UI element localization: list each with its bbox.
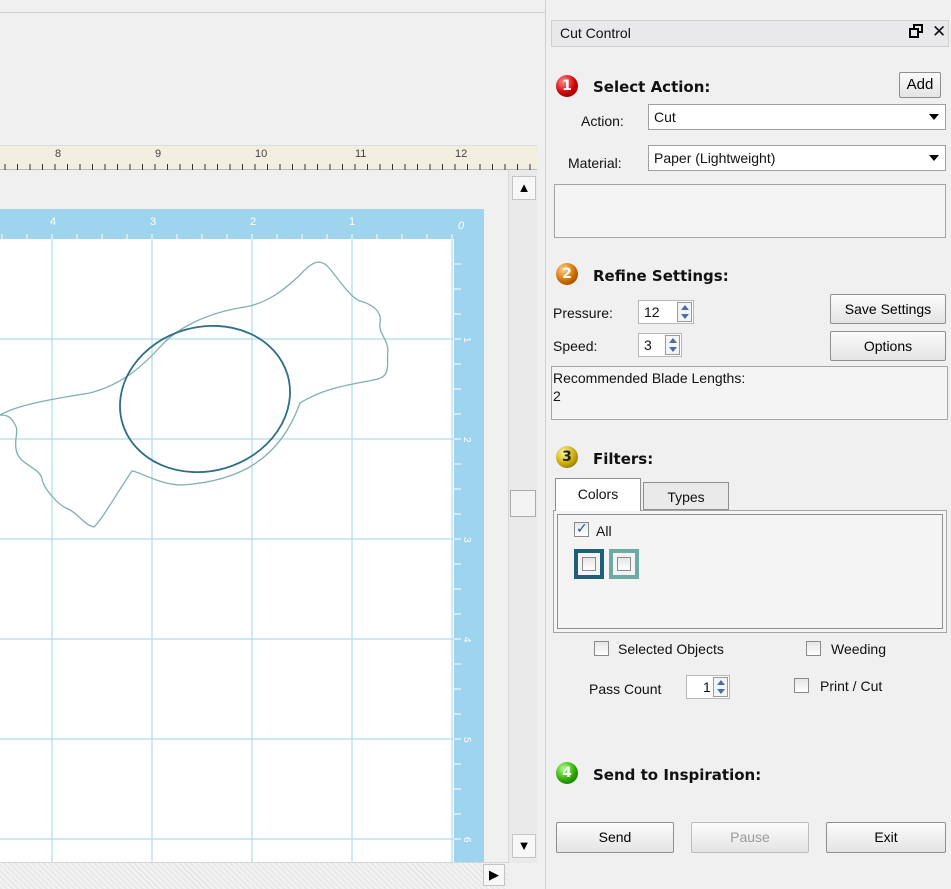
restore-window-icon[interactable] — [908, 23, 926, 43]
scroll-down-button[interactable]: ▼ — [512, 834, 536, 858]
stepper-arrows-icon[interactable] — [665, 335, 680, 355]
step-1-badge: 1 — [556, 75, 578, 97]
speed-label: Speed: — [553, 338, 598, 354]
weeding-label: Weeding — [831, 641, 887, 657]
options-button[interactable]: Options — [830, 331, 946, 361]
print-cut-checkbox[interactable] — [794, 678, 809, 693]
print-cut-label: Print / Cut — [820, 678, 883, 694]
vertical-scroll-thumb[interactable] — [510, 490, 536, 517]
ruler-label: 12 — [455, 148, 467, 160]
panel-title: Cut Control — [560, 25, 631, 41]
close-icon[interactable]: ✕ — [932, 22, 946, 42]
scroll-up-button[interactable]: ▲ — [512, 176, 536, 200]
mat-top-label: 1 — [349, 216, 355, 228]
tab-types[interactable]: Types — [643, 482, 729, 510]
color-swatch-checkbox[interactable] — [582, 557, 596, 571]
blade-lengths-heading: Recommended Blade Lengths: — [553, 370, 746, 386]
ruler-label: 11 — [355, 148, 366, 160]
color-swatch-light[interactable] — [609, 549, 639, 579]
material-description-box — [554, 184, 946, 238]
tab-colors[interactable]: Colors — [555, 478, 641, 511]
cutting-mat[interactable]: 4 3 2 1 0 1 2 3 4 5 6 — [0, 209, 508, 862]
action-dropdown[interactable]: Cut — [648, 104, 946, 130]
chevron-down-icon — [929, 114, 939, 120]
color-swatch-checkbox[interactable] — [617, 557, 631, 571]
material-value: Paper (Lightweight) — [654, 150, 776, 166]
blade-lengths-value: 2 — [553, 388, 561, 404]
send-to-inspiration-title: Send to Inspiration: — [593, 766, 762, 784]
pressure-value: 12 — [644, 304, 660, 320]
pass-count-value: 1 — [703, 679, 711, 695]
exit-button[interactable]: Exit — [826, 822, 946, 853]
design-canvas[interactable]: 8 9 10 11 12 4 3 2 1 0 1 2 3 4 5 6 ▲ ▼ ▶ — [0, 0, 545, 889]
mat-side-label: 5 — [461, 737, 472, 743]
cut-control-panel: Cut Control ✕ 1 Select Action: Add Actio… — [545, 0, 951, 889]
all-colors-label: All — [596, 523, 612, 539]
mat-top-label: 3 — [150, 216, 156, 228]
horizontal-scrollbar[interactable]: ▶ — [0, 862, 508, 889]
weeding-checkbox[interactable] — [806, 641, 821, 656]
action-value: Cut — [654, 109, 676, 125]
selected-objects-checkbox[interactable] — [594, 641, 609, 656]
refine-settings-title: Refine Settings: — [593, 267, 729, 285]
mat-cutting-area — [0, 239, 454, 862]
send-button[interactable]: Send — [556, 822, 674, 853]
pass-count-label: Pass Count — [589, 681, 662, 697]
mat-side-label: 4 — [461, 637, 472, 643]
mat-top-label: 2 — [250, 216, 256, 228]
color-swatch-dark[interactable] — [574, 549, 604, 579]
step-2-badge: 2 — [556, 263, 578, 285]
add-button[interactable]: Add — [899, 72, 941, 98]
scroll-right-button[interactable]: ▶ — [483, 864, 505, 886]
pressure-stepper[interactable]: 12 — [638, 300, 694, 324]
all-colors-checkbox[interactable] — [574, 520, 589, 537]
pause-button[interactable]: Pause — [691, 822, 809, 853]
ruler-label: 10 — [255, 148, 267, 160]
mat-side-label: 1 — [461, 337, 472, 343]
blade-lengths-box: Recommended Blade Lengths: 2 — [551, 366, 948, 420]
pass-count-stepper[interactable]: 1 — [686, 675, 730, 699]
step-4-badge: 4 — [556, 762, 578, 784]
filters-title: Filters: — [593, 450, 654, 468]
panel-header: Cut Control ✕ — [551, 20, 949, 47]
mat-side-label: 6 — [461, 837, 472, 843]
toolbar-divider — [0, 12, 545, 13]
step-3-badge: 3 — [556, 446, 578, 468]
select-action-title: Select Action: — [593, 78, 711, 96]
selected-objects-label: Selected Objects — [618, 641, 724, 657]
chevron-down-icon — [929, 155, 939, 161]
horizontal-ruler: 8 9 10 11 12 — [0, 145, 537, 170]
mat-side-label: 2 — [461, 437, 472, 443]
ruler-label: 9 — [155, 148, 161, 160]
material-dropdown[interactable]: Paper (Lightweight) — [648, 145, 946, 171]
mat-top-label: 4 — [50, 216, 56, 228]
speed-stepper[interactable]: 3 — [638, 333, 682, 357]
mat-origin-label: 0 — [458, 220, 465, 232]
save-settings-button[interactable]: Save Settings — [830, 294, 946, 324]
speed-value: 3 — [644, 337, 652, 353]
ruler-label: 8 — [55, 148, 61, 160]
action-label: Action: — [581, 113, 624, 129]
mat-side-label: 3 — [461, 537, 472, 543]
stepper-arrows-icon[interactable] — [713, 677, 728, 697]
pressure-label: Pressure: — [553, 305, 613, 321]
material-label: Material: — [568, 155, 622, 171]
stepper-arrows-icon[interactable] — [677, 302, 692, 322]
